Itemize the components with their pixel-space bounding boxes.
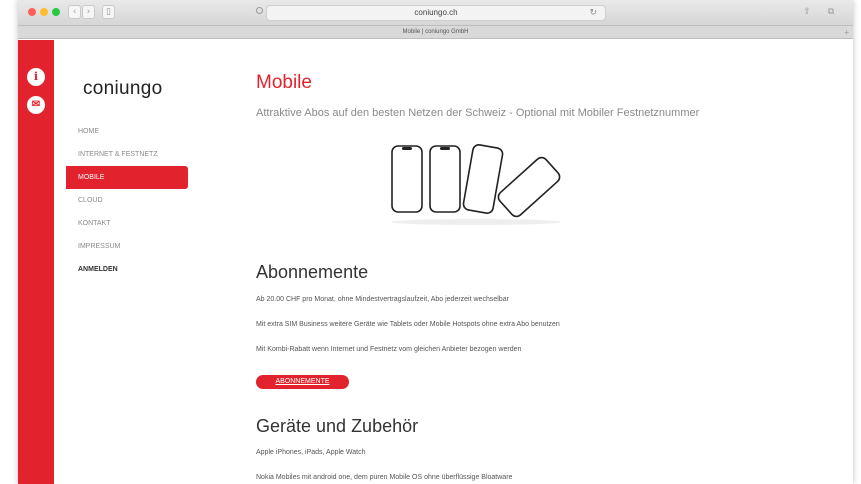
abonnemente-button[interactable]: ABONNEMENTE: [256, 375, 349, 389]
close-window-button[interactable]: [28, 8, 36, 16]
mail-icon[interactable]: ✉: [27, 96, 45, 114]
info-icon[interactable]: i: [27, 68, 45, 86]
abonnemente-line-2: Mit extra SIM Business weitere Geräte wi…: [256, 321, 560, 328]
address-url: coniungo.ch: [414, 8, 458, 17]
tab-bar: Mobile | coniungo GmbH +: [18, 26, 853, 39]
nav-item-internet-festnetz[interactable]: INTERNET & FESTNETZ: [66, 143, 188, 166]
nav-item-mobile[interactable]: MOBILE: [66, 166, 188, 189]
nav-item-impressum[interactable]: IMPRESSUM: [66, 235, 188, 258]
address-bar[interactable]: coniungo.ch ↻: [266, 5, 606, 21]
page-subtitle: Attraktive Abos auf den besten Netzen de…: [256, 107, 700, 119]
nav-item-home[interactable]: HOME: [66, 120, 188, 143]
abonnemente-line-1: Ab 20.00 CHF pro Monat, ohne Mindestvert…: [256, 296, 509, 303]
phone-4: [497, 156, 561, 218]
privacy-shield-icon[interactable]: [256, 7, 263, 14]
zoom-window-button[interactable]: [52, 8, 60, 16]
reload-icon[interactable]: ↻: [589, 6, 597, 20]
abonnemente-heading: Abonnemente: [256, 262, 369, 282]
site-logo[interactable]: coniungo: [83, 78, 163, 100]
nav-item-cloud[interactable]: CLOUD: [66, 189, 188, 212]
forward-button[interactable]: ›: [82, 5, 95, 19]
abonnemente-line-3: Mit Kombi-Rabatt wenn Internet und Festn…: [256, 346, 522, 353]
nav-item-anmelden[interactable]: ANMELDEN: [66, 258, 188, 281]
back-button[interactable]: ‹: [68, 5, 81, 19]
geraete-line-1: Apple iPhones, iPads, Apple Watch: [256, 449, 366, 456]
geraete-line-2: Nokia Mobiles mit android one, dem puren…: [256, 474, 513, 481]
side-action-bar: i ✉: [18, 40, 54, 484]
phone-1: [391, 145, 423, 213]
page-title: Mobile: [256, 72, 312, 93]
phones-illustration: [391, 144, 561, 225]
phone-2: [429, 145, 461, 213]
web-page: i ✉ coniungo HOME INTERNET & FESTNETZ MO…: [18, 40, 853, 484]
nav-item-kontakt[interactable]: KONTAKT: [66, 212, 188, 235]
tab-active[interactable]: Mobile | coniungo GmbH: [18, 26, 853, 39]
geraete-heading: Geräte und Zubehör: [256, 416, 419, 436]
main-nav: HOME INTERNET & FESTNETZ MOBILE CLOUD KO…: [66, 120, 188, 281]
tabs-overview-icon[interactable]: ⧉: [824, 5, 838, 19]
phone-3: [462, 144, 504, 214]
browser-window: ‹ › ▯ coniungo.ch ↻ ⇪ ⧉ Mobile | coniung…: [18, 0, 853, 484]
new-tab-button[interactable]: +: [844, 26, 849, 39]
minimize-window-button[interactable]: [40, 8, 48, 16]
sidebar-toggle-button[interactable]: ▯: [102, 5, 115, 19]
browser-toolbar: ‹ › ▯ coniungo.ch ↻ ⇪ ⧉: [18, 0, 853, 26]
share-icon[interactable]: ⇪: [800, 5, 814, 19]
